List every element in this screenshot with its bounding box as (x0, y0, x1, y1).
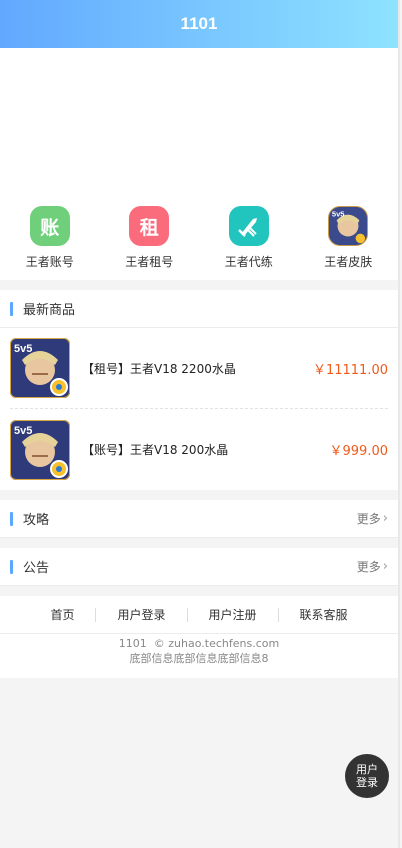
more-label: 更多 (356, 560, 381, 574)
floating-login-button[interactable]: 用户 登录 (345, 754, 389, 798)
footer-link-support[interactable]: 联系客服 (279, 608, 369, 622)
footer-link-register[interactable]: 用户注册 (188, 607, 279, 622)
guides-more-link[interactable]: 更多 › (357, 510, 388, 527)
footer-nav: 首页 用户登录 用户注册 联系客服 (0, 596, 398, 634)
spacer (0, 490, 398, 500)
category-item-account[interactable]: 账 王者账号 (0, 206, 100, 270)
copyright-text: 1101 © zuhao.techfens.com (118, 637, 280, 650)
footer-link-home[interactable]: 首页 (29, 607, 97, 622)
category-item-skin[interactable]: 5v5 王者皮肤 (299, 206, 399, 270)
more-label: 更多 (356, 512, 381, 526)
category-item-boost[interactable]: 王者代练 (199, 206, 299, 270)
spacer (0, 280, 398, 290)
product-name: 【账号】王者V18 200水晶 (82, 443, 229, 457)
section-header-latest: 最新商品 (0, 290, 398, 328)
notices-more-link[interactable]: 更多 › (357, 558, 388, 575)
product-thumbnail: 5v5 (10, 419, 70, 480)
chevron-right-icon: › (382, 559, 388, 574)
product-item[interactable]: 5v5 【账号】王者V18 200水晶 ￥999.00 (10, 409, 388, 490)
product-name: 【租号】王者V18 2200水晶 (82, 361, 236, 376)
chevron-right-icon: › (382, 511, 388, 526)
footer-link-login[interactable]: 用户登录 (96, 607, 188, 622)
category-label: 王者代练 (224, 255, 273, 269)
section-header-notices: 公告 更多 › (0, 548, 398, 586)
rent-icon: 租 (129, 206, 170, 246)
float-label-line1: 用户 (356, 763, 378, 776)
product-thumbnail: 5v5 (10, 338, 70, 398)
float-label-line2: 登录 (356, 776, 378, 789)
product-price: ￥999.00 (329, 444, 389, 459)
section-header-guides: 攻略 更多 › (0, 500, 398, 538)
account-icon: 账 (29, 206, 70, 246)
category-label: 王者账号 (25, 255, 74, 269)
footer-copyright: 1101 © zuhao.techfens.com 底部信息底部信息底部信息8 (0, 634, 398, 678)
section-marker (10, 301, 13, 316)
section-title: 公告 (23, 561, 50, 576)
sword-icon (228, 206, 269, 246)
page-title: 1101 (180, 14, 218, 33)
product-price: ￥11111.00 (312, 362, 388, 378)
hero-avatar-icon: 5v5 (328, 206, 369, 246)
section-marker (10, 511, 13, 526)
footer-info: 底部信息底部信息底部信息8 (129, 652, 269, 665)
category-label: 王者皮肤 (324, 255, 373, 269)
section-title: 攻略 (23, 513, 50, 528)
spacer (0, 538, 398, 548)
section-title: 最新商品 (23, 303, 76, 318)
product-list: 5v5 【租号】王者V18 2200水晶 ￥11111.00 5v5 【账号】王… (0, 328, 398, 490)
category-label: 王者租号 (125, 255, 174, 269)
category-nav: 账 王者账号 租 王者租号 王者代练 5v5 王者皮肤 (0, 196, 398, 280)
category-item-rent[interactable]: 租 王者租号 (100, 206, 200, 270)
svg-text:5v5: 5v5 (14, 425, 32, 437)
footer: 首页 用户登录 用户注册 联系客服 1101 © zuhao.techfens.… (0, 596, 398, 678)
page: 1101 账 王者账号 租 王者租号 王者代练 5v5 王者皮肤 最新商品 5v… (0, 0, 400, 848)
banner-area (0, 48, 398, 196)
product-item[interactable]: 5v5 【租号】王者V18 2200水晶 ￥11111.00 (10, 328, 388, 409)
svg-text:5v5: 5v5 (14, 343, 32, 355)
section-marker (10, 559, 13, 574)
svg-text:5v5: 5v5 (332, 210, 345, 219)
app-header: 1101 (0, 0, 398, 48)
